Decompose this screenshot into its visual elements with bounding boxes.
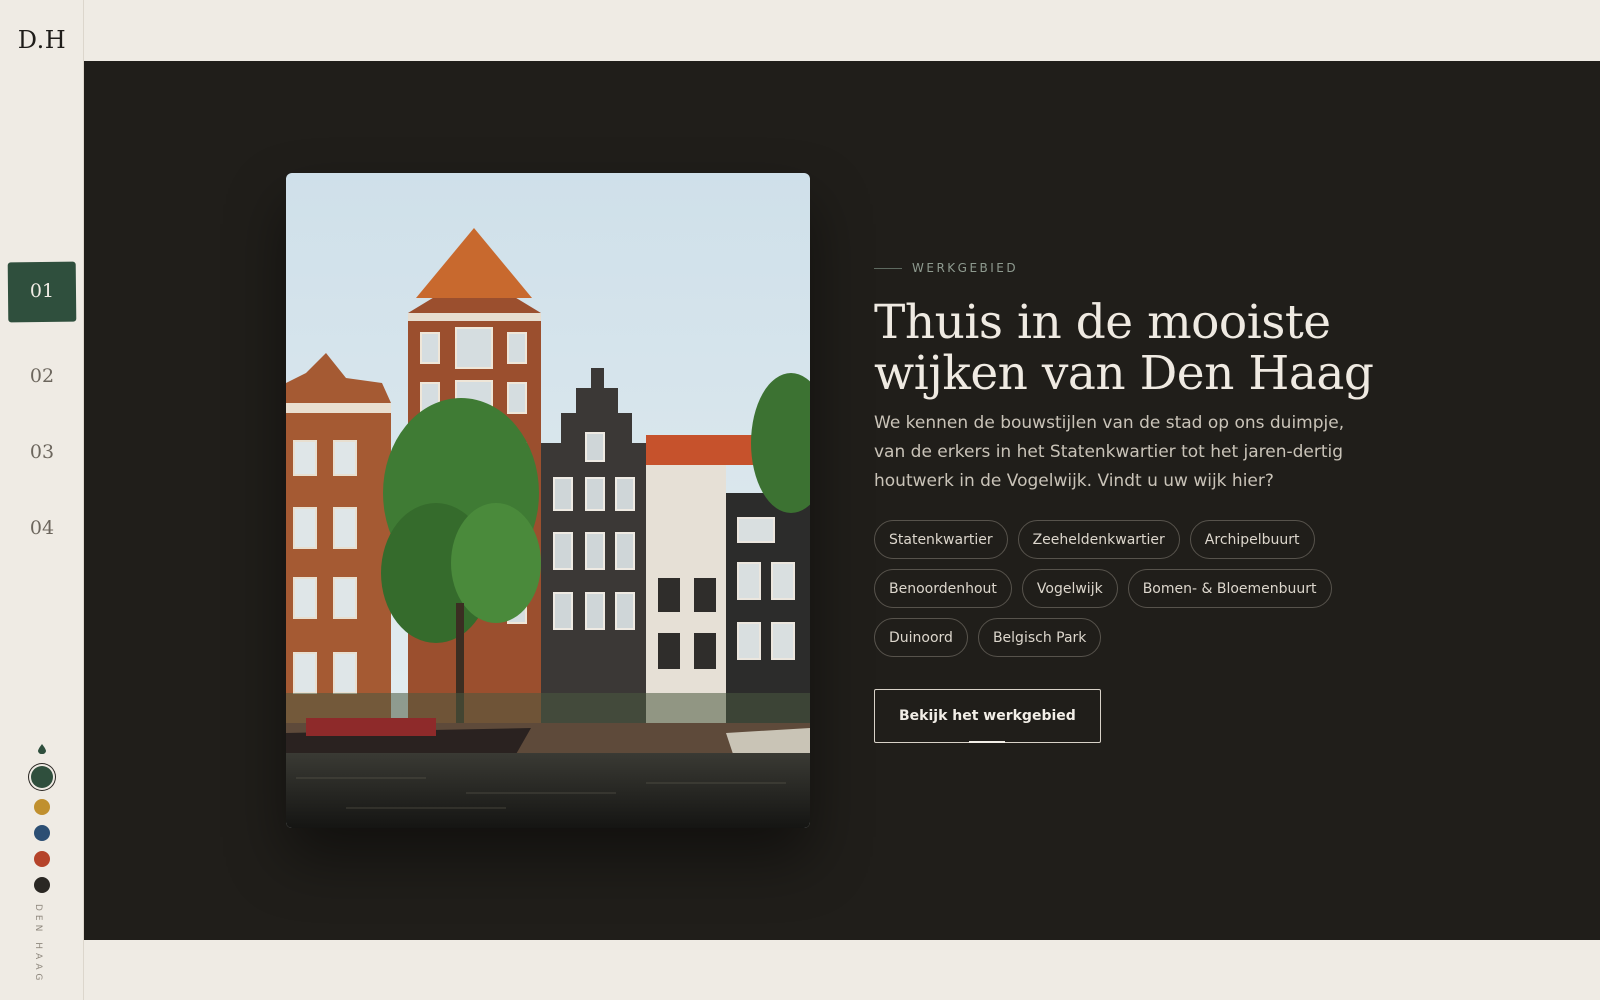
chip-vogelwijk[interactable]: Vogelwijk	[1021, 569, 1118, 608]
step-03[interactable]: 03	[0, 414, 84, 490]
chip-duinoord[interactable]: Duinoord	[874, 618, 968, 657]
section-eyebrow: WERKGEBIED	[874, 261, 1394, 275]
step-label: 03	[29, 441, 55, 463]
canal-houses-photo	[286, 173, 810, 828]
chip-statenkwartier[interactable]: Statenkwartier	[874, 520, 1008, 559]
eyebrow-line	[874, 267, 902, 269]
neighbourhood-chips: Statenkwartier Zeeheldenkwartier Archipe…	[874, 520, 1344, 657]
chip-bomen-bloemenbuurt[interactable]: Bomen- & Bloemenbuurt	[1127, 569, 1332, 608]
swatch-black[interactable]	[34, 877, 50, 893]
section-headline: Thuis in de mooiste wijken van Den Haag	[874, 295, 1374, 401]
swatch-red[interactable]	[34, 851, 50, 867]
swatch-ochre[interactable]	[34, 799, 50, 815]
sidebar: D.H 01 02 03 04 DEN HAAG	[0, 0, 84, 1000]
werkgebied-section: WERKGEBIED Thuis in de mooiste wijken va…	[84, 61, 1600, 940]
section-steps: 01 02 03 04	[0, 262, 84, 566]
color-swatches	[0, 744, 84, 898]
page: D.H 01 02 03 04 DEN HAAG WERKGEBIED Thui…	[0, 0, 1600, 1000]
chip-zeeheldenkwartier[interactable]: Zeeheldenkwartier	[1017, 520, 1180, 559]
eyebrow-text: WERKGEBIED	[912, 261, 1019, 275]
werkgebied-content: WERKGEBIED Thuis in de mooiste wijken va…	[874, 261, 1394, 743]
chip-benoordenhout[interactable]: Benoordenhout	[874, 569, 1012, 608]
step-label: 01	[29, 280, 55, 302]
section-lead: We kennen de bouwstijlen van de stad op …	[874, 413, 1345, 491]
step-label: 02	[29, 365, 55, 387]
step-label: 04	[29, 517, 55, 539]
swatch-green[interactable]	[31, 766, 53, 788]
city-label: DEN HAAG	[33, 904, 43, 985]
chip-archipelbuurt[interactable]: Archipelbuurt	[1189, 520, 1315, 559]
step-01[interactable]: 01	[0, 262, 84, 338]
drop-icon	[38, 744, 46, 754]
step-02[interactable]: 02	[0, 338, 84, 414]
chip-belgisch-park[interactable]: Belgisch Park	[977, 618, 1102, 657]
swatch-blue[interactable]	[34, 825, 50, 841]
brand-logo[interactable]: D.H	[0, 26, 84, 54]
step-04[interactable]: 04	[0, 490, 84, 566]
view-werkgebied-button[interactable]: Bekijk het werkgebied	[874, 689, 1101, 743]
